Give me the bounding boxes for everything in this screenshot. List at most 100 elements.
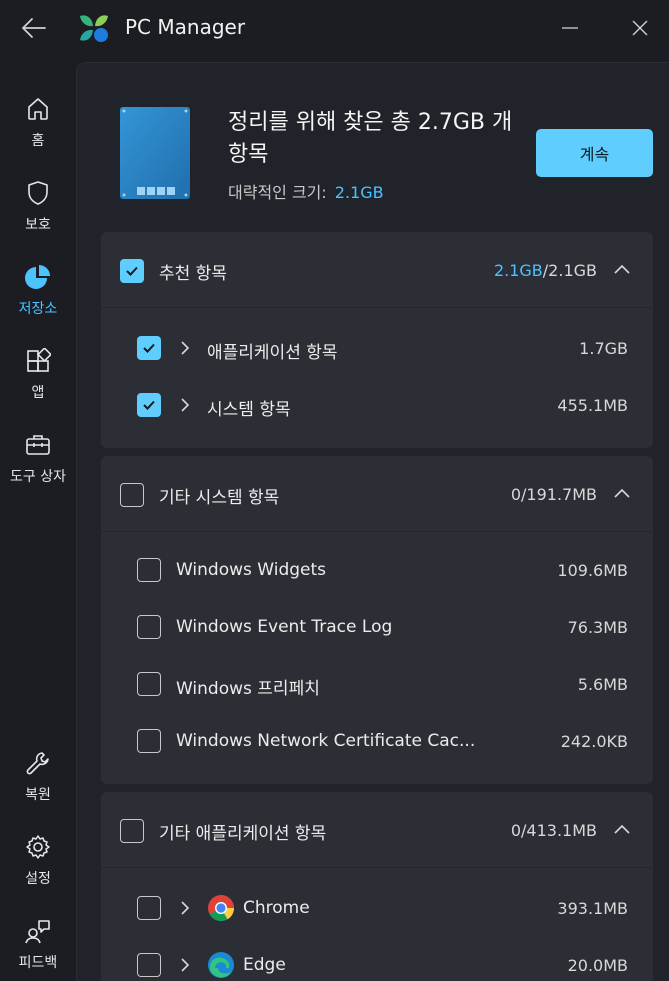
item-label: 시스템 항목	[207, 400, 291, 420]
item-size: 1.7GB	[579, 339, 628, 358]
section-size-selected: 0	[510, 821, 522, 840]
section-checkbox[interactable]	[120, 259, 144, 283]
section-size: 0/413.1MB	[511, 821, 597, 840]
checkmark-icon	[143, 343, 155, 353]
section-size-total: /413.1MB	[521, 821, 597, 840]
approximate-size-label: 대략적인 크기:	[228, 183, 327, 202]
approximate-size: 대략적인 크기: 2.1GB	[228, 179, 384, 203]
item-checkbox[interactable]	[137, 729, 161, 753]
close-icon	[632, 20, 648, 36]
item-size: 242.0KB	[560, 732, 628, 751]
nav-label: 보호	[25, 217, 51, 233]
toolbox-icon	[23, 430, 53, 460]
item-size: 455.1MB	[557, 396, 628, 415]
continue-button[interactable]: 계속	[536, 129, 653, 177]
list-item: Windows Widgets 109.6MB	[101, 542, 653, 599]
item-checkbox[interactable]	[137, 558, 161, 582]
section-other-applications: 기타 애플리케이션 항목 0/413.1MB Chrome 393.1MB Ed…	[101, 792, 653, 981]
list-item: Chrome 393.1MB	[101, 880, 653, 937]
list-item: 애플리케이션 항목 1.7GB	[101, 320, 653, 377]
title-bar: PC Manager	[0, 0, 669, 58]
nav-label: 앱	[31, 385, 45, 401]
item-checkbox[interactable]	[137, 953, 161, 977]
nav-item-home[interactable]: 홈	[0, 78, 76, 158]
section-header: 기타 시스템 항목 0/191.7MB	[101, 456, 653, 532]
back-button[interactable]	[14, 10, 54, 46]
item-checkbox[interactable]	[137, 615, 161, 639]
collapse-toggle[interactable]	[611, 819, 633, 841]
item-label: Edge	[243, 955, 286, 975]
item-checkbox[interactable]	[137, 336, 161, 360]
home-icon	[23, 94, 53, 124]
chevron-right-icon	[181, 958, 190, 972]
cleanup-summary-title: 정리를 위해 찾은 총 2.7GB 개 항목	[228, 110, 513, 167]
expand-toggle[interactable]	[176, 955, 194, 975]
shield-icon	[23, 178, 53, 208]
app-logo	[78, 12, 110, 44]
app-title: PC Manager	[125, 15, 246, 39]
nav-label: 홈	[31, 133, 45, 149]
nav-label: 복원	[25, 787, 51, 803]
item-label: Windows 프리페치	[176, 679, 320, 699]
pie-chart-icon	[23, 262, 53, 292]
section-size: 2.1GB/2.1GB	[494, 261, 597, 280]
gear-icon	[23, 832, 53, 862]
nav-item-restore[interactable]: 복원	[0, 732, 76, 812]
item-checkbox[interactable]	[137, 672, 161, 696]
item-label: Windows Network Certificate Cac...	[176, 731, 476, 751]
section-recommended: 추천 항목 2.1GB/2.1GB 애플리케이션 항목 1.7GB 시스템 항목	[101, 232, 653, 448]
feedback-icon	[23, 916, 53, 946]
nav-label: 도구 상자	[10, 469, 66, 485]
item-size: 76.3MB	[567, 618, 628, 637]
item-size: 109.6MB	[557, 561, 628, 580]
item-checkbox[interactable]	[137, 393, 161, 417]
close-button[interactable]	[620, 10, 660, 46]
arrow-left-icon	[22, 18, 46, 38]
section-size-selected: 0	[510, 485, 522, 504]
apps-grid-icon	[23, 346, 53, 376]
item-checkbox[interactable]	[137, 896, 161, 920]
section-size-total: /2.1GB	[542, 261, 597, 280]
chrome-icon	[207, 894, 235, 922]
section-header: 기타 애플리케이션 항목 0/413.1MB	[101, 792, 653, 868]
expand-toggle[interactable]	[176, 898, 194, 918]
approximate-size-value: 2.1GB	[334, 183, 384, 202]
chevron-right-icon	[181, 398, 190, 412]
item-size: 393.1MB	[557, 899, 628, 918]
list-item: 시스템 항목 455.1MB	[101, 377, 653, 434]
list-item: Windows Network Certificate Cac... 242.0…	[101, 713, 653, 770]
item-label: Chrome	[243, 898, 310, 918]
section-size-selected: 2.1GB	[493, 261, 543, 280]
expand-toggle[interactable]	[176, 395, 194, 415]
drive-icon	[120, 107, 190, 199]
section-checkbox[interactable]	[120, 483, 144, 507]
nav-item-storage[interactable]: 저장소	[0, 246, 76, 326]
item-size: 5.6MB	[577, 675, 628, 694]
item-size: 20.0MB	[567, 956, 628, 975]
section-checkbox[interactable]	[120, 819, 144, 843]
nav-item-feedback[interactable]: 피드백	[0, 900, 76, 980]
chevron-up-icon	[614, 488, 630, 498]
section-title: 기타 애플리케이션 항목	[159, 824, 327, 844]
chevron-right-icon	[181, 341, 190, 355]
section-title: 기타 시스템 항목	[159, 488, 280, 508]
minimize-button[interactable]	[550, 10, 590, 46]
nav-item-apps[interactable]: 앱	[0, 330, 76, 410]
collapse-toggle[interactable]	[611, 259, 633, 281]
nav-item-settings[interactable]: 설정	[0, 816, 76, 896]
chevron-up-icon	[614, 264, 630, 274]
checkmark-icon	[143, 400, 155, 410]
chevron-right-icon	[181, 901, 190, 915]
side-navigation: 홈 보호 저장소 앱 도구 상자 복원 설정 피드백	[0, 70, 76, 981]
expand-toggle[interactable]	[176, 338, 194, 358]
section-size: 0/191.7MB	[511, 485, 597, 504]
collapse-toggle[interactable]	[611, 483, 633, 505]
nav-item-toolbox[interactable]: 도구 상자	[0, 414, 76, 494]
edge-icon	[207, 951, 235, 979]
nav-item-protect[interactable]: 보호	[0, 162, 76, 242]
list-item: Windows 프리페치 5.6MB	[101, 656, 653, 713]
list-item: Edge 20.0MB	[101, 937, 653, 981]
nav-label: 피드백	[18, 955, 58, 971]
list-item: Windows Event Trace Log 76.3MB	[101, 599, 653, 656]
checkmark-icon	[126, 266, 138, 276]
